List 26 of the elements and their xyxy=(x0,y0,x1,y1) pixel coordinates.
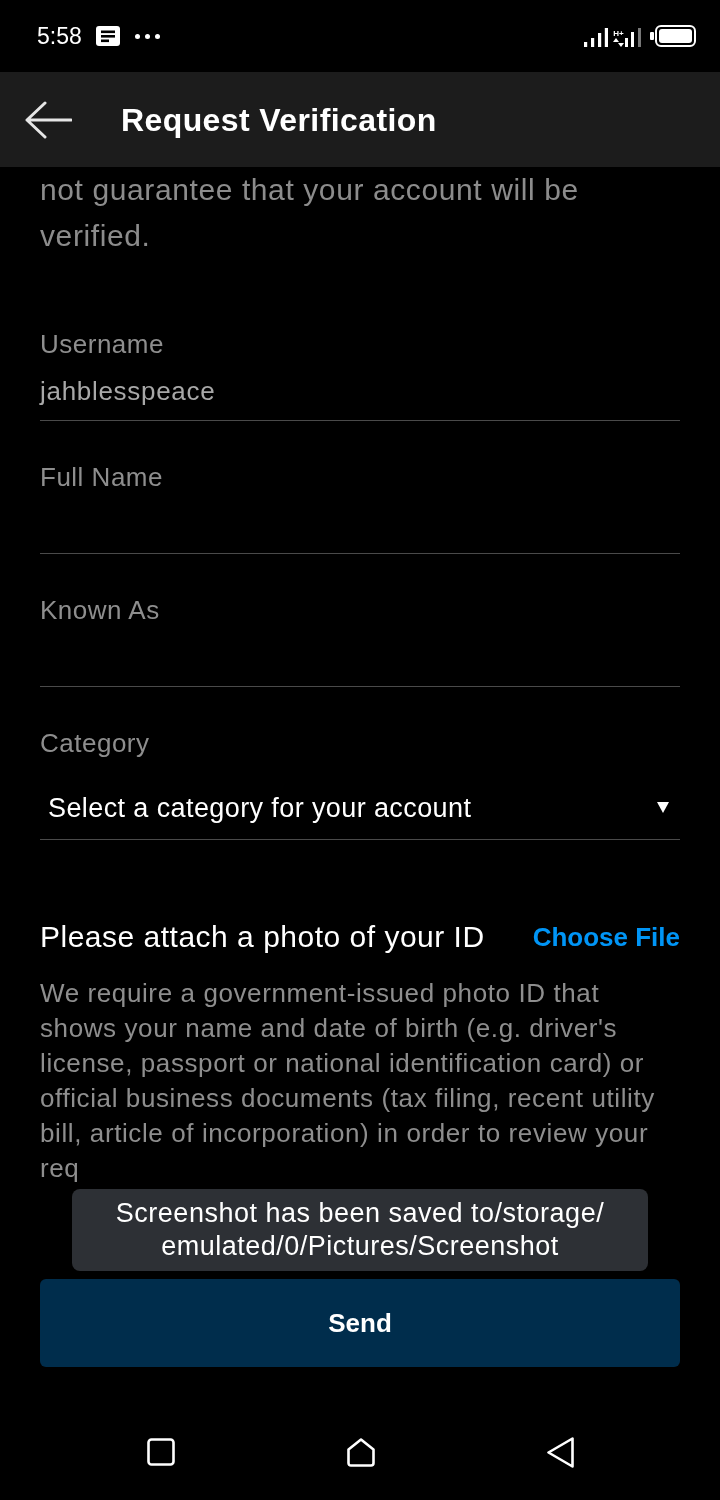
screenshot-toast: Screenshot has been saved to/storage/ emulated/0/Pictures/Screenshot xyxy=(72,1189,648,1271)
home-icon[interactable] xyxy=(346,1437,375,1467)
description-text: We require a government-issued photo ID that shows your name and date of birth (e.g. driver's license, passport or national identification card) or official business documents (tax filing, recent utility bill, article of incorporation) in order to review your req xyxy=(40,977,656,1185)
send-button[interactable]: Send xyxy=(40,1279,680,1367)
caret-icon xyxy=(657,802,669,813)
square-icon[interactable] xyxy=(146,1438,175,1466)
text-field[interactable]: jahblesspeace xyxy=(40,361,680,421)
intro-text: not guarantee that your account will be verified. xyxy=(40,172,580,254)
field-label: Category xyxy=(40,727,151,760)
signal-icon xyxy=(584,28,608,47)
more-dots-icon xyxy=(134,33,160,39)
field-label: Known As xyxy=(40,594,161,627)
battery-icon xyxy=(650,25,696,47)
category-dropdown[interactable]: Select a category for your account xyxy=(40,760,680,840)
page-title: Request Verification xyxy=(121,100,437,140)
network-type-label: H+ xyxy=(613,29,624,38)
field-label: Username xyxy=(40,328,165,361)
attach-heading: Please attach a photo of your ID xyxy=(40,919,485,955)
back-triangle-icon[interactable] xyxy=(546,1436,574,1468)
data-arrows-icon xyxy=(613,38,624,47)
field-label: Full Name xyxy=(40,461,164,494)
note-icon xyxy=(95,26,120,46)
choose-file-link[interactable]: Choose File xyxy=(532,917,680,957)
status-time: 5:58 xyxy=(37,22,82,50)
back-arrow-icon[interactable] xyxy=(24,100,72,139)
signal-icon xyxy=(625,28,642,47)
